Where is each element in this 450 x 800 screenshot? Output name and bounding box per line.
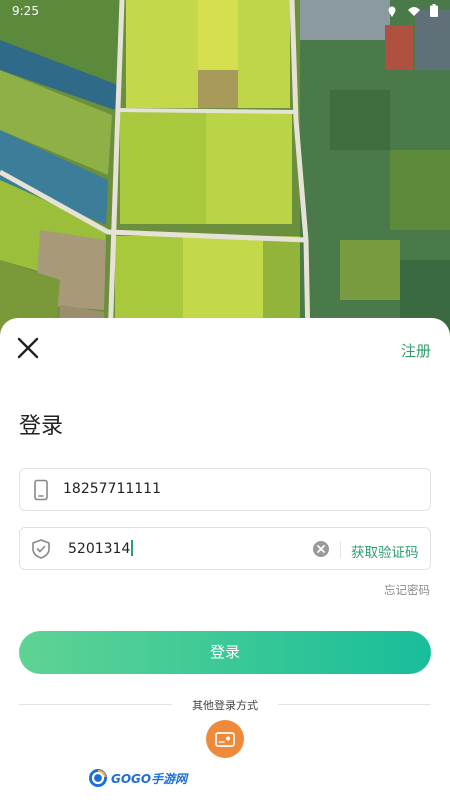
text-caret — [131, 540, 134, 556]
code-input-value: 5201314 — [68, 541, 131, 557]
other-login-label: 其他登录方式 — [192, 699, 258, 712]
shield-icon — [32, 539, 50, 559]
phone-icon — [34, 479, 48, 501]
close-icon — [17, 337, 39, 359]
phone-field[interactable]: 18257711111 — [19, 468, 431, 511]
other-login-divider: 其他登录方式 — [19, 696, 431, 714]
alt-login-button[interactable] — [206, 720, 244, 758]
watermark-logo — [89, 769, 107, 787]
code-input[interactable]: 5201314 — [68, 540, 134, 557]
divider-line-right — [278, 704, 431, 705]
wifi-icon — [408, 6, 420, 16]
watermark: GOGO手游网 — [88, 767, 187, 789]
watermark-text: GOGO手游网 — [111, 771, 188, 786]
get-code-button[interactable]: 获取验证码 — [351, 541, 419, 561]
id-card-icon — [215, 732, 235, 747]
phone-input[interactable]: 18257711111 — [63, 481, 161, 497]
login-sheet: 注册 登录 18257711111 5201314 获取验证码 忘记密码 登录 … — [0, 318, 450, 800]
login-button[interactable]: 登录 — [19, 631, 431, 674]
field-divider — [340, 541, 341, 558]
status-bar: 9:25 — [0, 0, 450, 24]
battery-icon — [430, 4, 438, 17]
clear-icon[interactable] — [312, 540, 330, 558]
code-field[interactable]: 5201314 获取验证码 — [19, 527, 431, 570]
status-time: 9:25 — [12, 4, 39, 18]
forgot-password-link[interactable]: 忘记密码 — [384, 582, 430, 598]
register-link[interactable]: 注册 — [401, 340, 431, 361]
page-title: 登录 — [19, 414, 64, 439]
close-button[interactable] — [16, 336, 40, 360]
location-icon — [388, 6, 396, 17]
status-icons — [386, 4, 438, 17]
background-image — [0, 0, 450, 340]
